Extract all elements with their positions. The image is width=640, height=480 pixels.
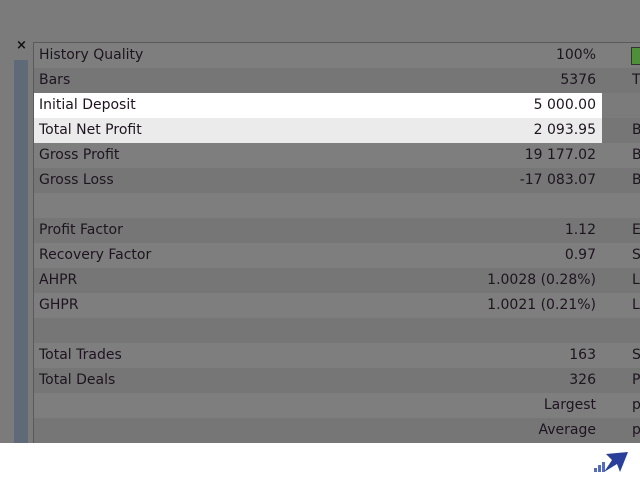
table-row[interactable]: Profit Factor 1.12 E xyxy=(34,218,640,243)
row-value: -17 083.07 xyxy=(519,172,596,188)
row-label xyxy=(34,318,334,343)
table-row[interactable]: Total Net Profit 2 093.95 B xyxy=(34,118,640,143)
next-column-text: p xyxy=(632,397,640,413)
strategy-tester-report-panel: × History Quality 100% Bars 5376 T Initial De… xyxy=(0,0,640,443)
next-column-text: B xyxy=(632,122,640,138)
row-value: 2 093.95 xyxy=(334,118,602,143)
row-label xyxy=(34,418,334,443)
table-row[interactable]: Total Deals 326 P xyxy=(34,368,640,393)
next-column-text: B xyxy=(632,172,640,188)
table-row[interactable]: Gross Loss -17 083.07 B xyxy=(34,168,640,193)
table-row[interactable]: Bars 5376 T xyxy=(34,68,640,93)
table-row[interactable]: AHPR 1.0028 (0.28%) L xyxy=(34,268,640,293)
table-row[interactable]: Average p xyxy=(34,418,640,443)
row-value: 1.0021 (0.21%) xyxy=(487,297,596,313)
table-row[interactable]: Recovery Factor 0.97 S xyxy=(34,243,640,268)
row-label: Gross Loss xyxy=(39,172,114,188)
next-column-text: T xyxy=(632,72,640,88)
next-column-text: P xyxy=(632,372,640,388)
row-value xyxy=(334,318,602,343)
table-row[interactable]: Total Trades 163 S xyxy=(34,343,640,368)
row-label: Total Trades xyxy=(39,347,122,363)
row-value: 1.12 xyxy=(564,222,596,238)
row-label: Total Net Profit xyxy=(34,118,334,143)
row-label: Bars xyxy=(39,72,71,88)
row-value: 100% xyxy=(555,47,596,63)
row-label: Total Deals xyxy=(39,372,116,388)
brand-logo-icon xyxy=(594,452,628,472)
row-label: Gross Profit xyxy=(39,147,120,163)
row-value: Largest xyxy=(543,397,596,413)
table-row[interactable]: Gross Profit 19 177.02 B xyxy=(34,143,640,168)
results-table: History Quality 100% Bars 5376 T Initial Depo… xyxy=(33,42,640,443)
row-value: Average xyxy=(538,422,597,438)
table-row[interactable] xyxy=(34,193,640,218)
row-value: 19 177.02 xyxy=(524,147,596,163)
next-column-text: E xyxy=(632,222,640,238)
next-column-text: S xyxy=(632,247,640,263)
next-column-text: L xyxy=(632,272,640,288)
row-label: History Quality xyxy=(39,47,144,63)
row-value xyxy=(334,193,602,218)
next-column-text: L xyxy=(632,297,640,313)
row-value: 5 000.00 xyxy=(334,93,602,118)
next-column-text: B xyxy=(632,147,640,163)
row-value: 0.97 xyxy=(564,247,596,263)
row-label xyxy=(34,393,334,418)
table-row[interactable]: Largest p xyxy=(34,393,640,418)
row-value: 1.0028 (0.28%) xyxy=(487,272,596,288)
row-value: 326 xyxy=(569,372,596,388)
side-scrollbar[interactable] xyxy=(14,60,28,443)
next-column-text: p xyxy=(632,422,640,438)
row-label: AHPR xyxy=(39,272,78,288)
row-label xyxy=(34,193,334,218)
next-column-text: S xyxy=(632,347,640,363)
row-label: GHPR xyxy=(39,297,79,313)
quality-indicator xyxy=(631,47,640,65)
row-value: 5376 xyxy=(560,72,596,88)
table-row[interactable]: GHPR 1.0021 (0.21%) L xyxy=(34,293,640,318)
close-icon[interactable]: × xyxy=(16,38,27,53)
row-label: Initial Deposit xyxy=(34,93,334,118)
row-label: Recovery Factor xyxy=(39,247,152,263)
table-row[interactable] xyxy=(34,318,640,343)
table-row[interactable]: History Quality 100% xyxy=(34,43,640,68)
row-label: Profit Factor xyxy=(39,222,123,238)
table-row[interactable]: Initial Deposit 5 000.00 xyxy=(34,93,640,118)
row-value: 163 xyxy=(569,347,596,363)
